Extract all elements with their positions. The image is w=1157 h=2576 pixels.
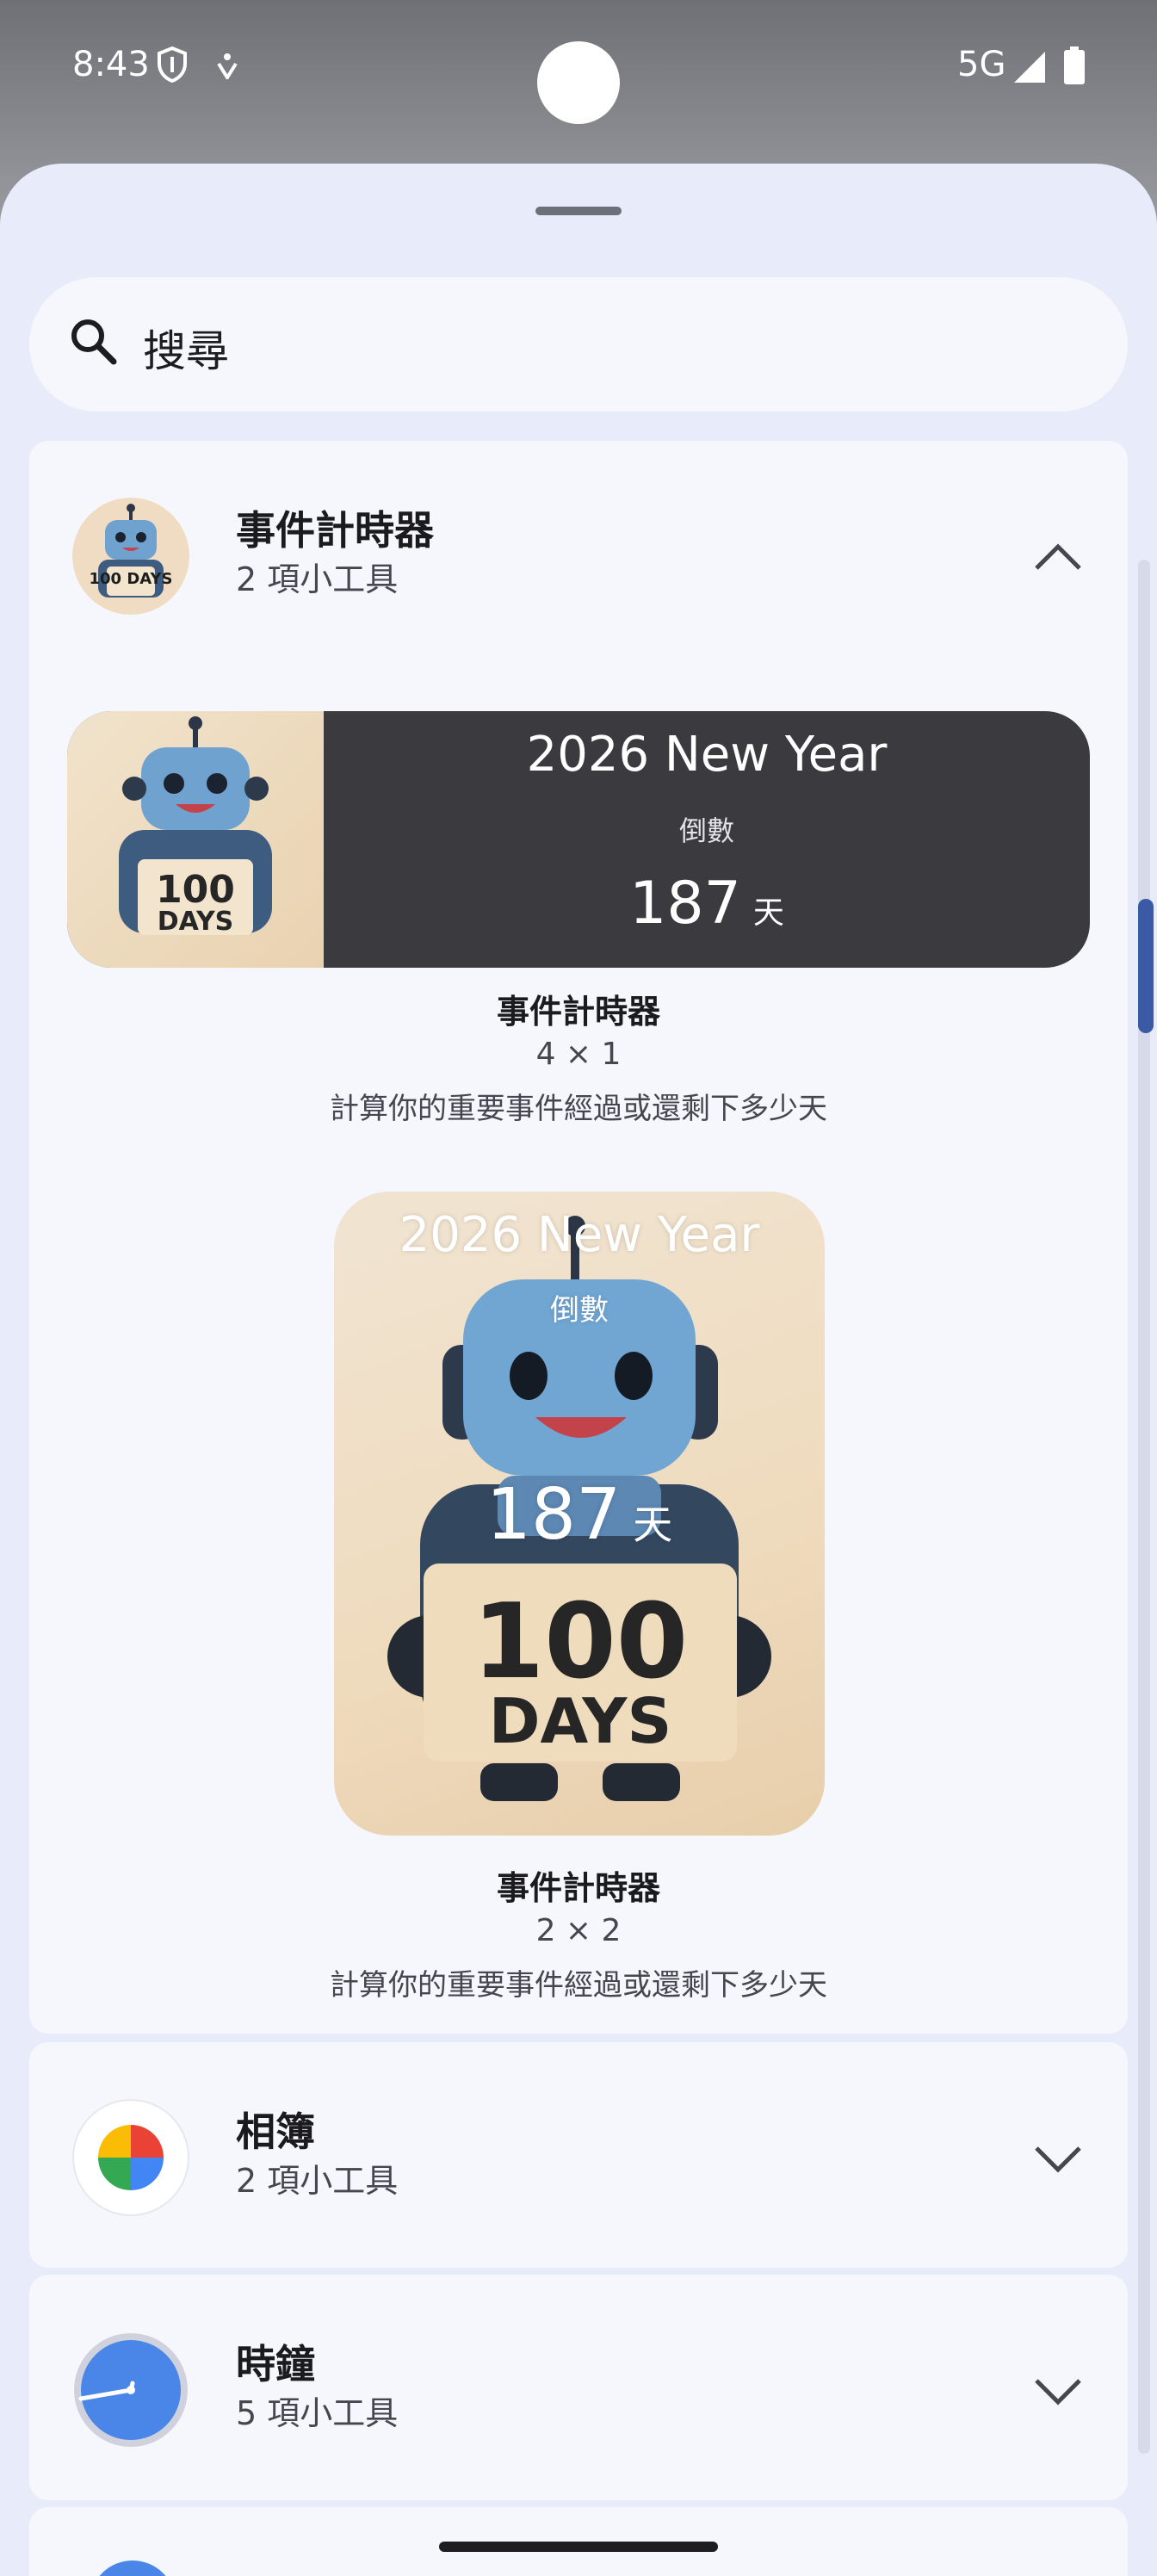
search-icon bbox=[71, 319, 117, 365]
clock-app-icon bbox=[72, 2331, 189, 2449]
network-type: 5G bbox=[957, 45, 1006, 84]
chevron-down-icon[interactable] bbox=[1028, 2128, 1088, 2189]
svg-text:100: 100 bbox=[156, 868, 235, 912]
widget-preview-2x2[interactable]: 100 DAYS 2026 New Year 倒數 187 天 bbox=[334, 1192, 825, 1836]
app-section-clock[interactable]: 時鐘 5 項小工具 bbox=[29, 2275, 1128, 2500]
search-bar[interactable]: 搜尋 bbox=[29, 277, 1128, 412]
widget-event-title: 2026 New Year bbox=[526, 727, 888, 783]
app-widget-count: 2 項小工具 bbox=[236, 560, 399, 598]
svg-text:DAYS: DAYS bbox=[158, 907, 234, 937]
svg-text:DAYS: DAYS bbox=[489, 1685, 672, 1757]
day-count-number: 187 bbox=[486, 1474, 622, 1556]
battery-icon bbox=[1064, 46, 1085, 84]
chevron-up-icon[interactable] bbox=[1028, 527, 1088, 587]
day-unit: 天 bbox=[633, 1502, 673, 1548]
scrollbar-track bbox=[1138, 560, 1150, 2454]
widget-countdown-label: 倒數 bbox=[550, 1293, 609, 1328]
widget-name: 事件計時器 bbox=[496, 993, 660, 1031]
widget-picker-sheet: 搜尋 100 DAYS 事件計時器 2 項小工具 100 DAYS 2026 N… bbox=[0, 164, 1157, 2576]
drag-handle[interactable] bbox=[535, 207, 622, 215]
app-widget-count: 5 項小工具 bbox=[236, 2394, 399, 2432]
widget-day-count: 187 天 bbox=[324, 870, 1090, 938]
app-section-photos[interactable]: 相簿 2 項小工具 bbox=[29, 2042, 1128, 2268]
widget-size: 4 × 1 bbox=[535, 1037, 622, 1072]
signal-icon bbox=[1014, 52, 1045, 83]
sign-text-icon: 100 DAYS bbox=[90, 570, 173, 588]
app-icon-partial bbox=[90, 2561, 176, 2576]
widget-preview-4x1[interactable]: 100 DAYS 2026 New Year 倒數 187 天 bbox=[67, 711, 1090, 968]
event-timer-app-icon: 100 DAYS bbox=[72, 498, 189, 615]
gesture-nav-handle[interactable] bbox=[439, 2542, 718, 2552]
location-accessibility-icon bbox=[217, 53, 238, 79]
widget-event-title: 2026 New Year bbox=[399, 1207, 760, 1263]
app-title: 事件計時器 bbox=[236, 507, 434, 554]
app-title: 時鐘 bbox=[236, 2341, 315, 2387]
photos-app-icon bbox=[72, 2099, 189, 2216]
app-title: 相簿 bbox=[236, 2108, 315, 2155]
app-widget-count: 2 項小工具 bbox=[236, 2162, 399, 2200]
robot-image: 100 DAYS bbox=[67, 711, 324, 968]
search-input[interactable]: 搜尋 bbox=[143, 317, 229, 379]
widget-countdown-label: 倒數 bbox=[678, 814, 734, 847]
day-count-number: 187 bbox=[629, 870, 741, 938]
status-time: 8:43 bbox=[72, 45, 150, 84]
widget-name: 事件計時器 bbox=[496, 1869, 660, 1907]
day-unit: 天 bbox=[752, 895, 784, 931]
widget-day-count: 187 天 bbox=[334, 1474, 825, 1556]
chevron-down-icon[interactable] bbox=[1028, 2361, 1088, 2421]
status-bar: 8:43 5G bbox=[0, 0, 1157, 138]
widget-description: 計算你的重要事件經過或還剩下多少天 bbox=[330, 1968, 827, 2003]
widget-size: 2 × 2 bbox=[535, 1913, 622, 1948]
shield-icon bbox=[158, 46, 187, 83]
widget-description: 計算你的重要事件經過或還剩下多少天 bbox=[330, 1092, 827, 1126]
app-section-event-timer: 100 DAYS 事件計時器 2 項小工具 100 DAYS 2026 New … bbox=[29, 441, 1128, 2034]
scrollbar-thumb[interactable] bbox=[1138, 899, 1154, 1033]
camera-cutout bbox=[537, 41, 620, 124]
